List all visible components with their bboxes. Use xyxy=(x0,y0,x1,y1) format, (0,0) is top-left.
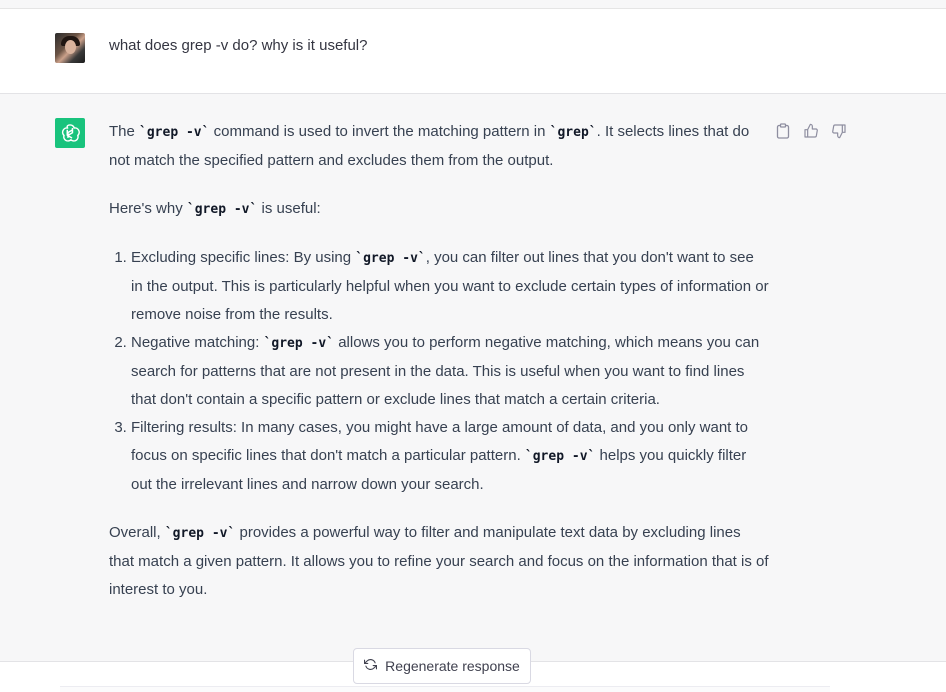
text-span: Here's why xyxy=(109,200,187,217)
answer-paragraph: Here's why `grep -v` is useful: xyxy=(109,195,769,224)
assistant-message-row: The `grep -v` command is used to invert … xyxy=(0,94,946,662)
input-area-edge xyxy=(60,686,830,692)
chatgpt-logo-icon xyxy=(55,118,85,148)
regenerate-label: Regenerate response xyxy=(385,658,520,674)
refresh-icon xyxy=(364,658,378,674)
text-span: Overall, xyxy=(109,524,165,541)
assistant-answer: The `grep -v` command is used to invert … xyxy=(109,118,769,624)
top-divider xyxy=(0,0,946,9)
inline-code: `grep -v` xyxy=(263,336,335,351)
thumbs-up-icon[interactable] xyxy=(802,122,820,140)
answer-list: Excluding specific lines: By using `grep… xyxy=(109,244,769,499)
inline-code: `grep -v` xyxy=(164,526,236,541)
text-span: The xyxy=(109,123,140,140)
inline-code: `grep -v` xyxy=(524,449,596,464)
list-item: Excluding specific lines: By using `grep… xyxy=(131,244,769,329)
text-span: Negative matching: xyxy=(131,334,264,351)
list-item: Filtering results: In many cases, you mi… xyxy=(131,414,769,499)
inline-code: `grep -v` xyxy=(139,125,210,140)
thumbs-down-icon[interactable] xyxy=(830,122,848,140)
message-actions xyxy=(774,122,848,140)
list-item: Negative matching: `grep -v` allows you … xyxy=(131,329,769,414)
clipboard-icon[interactable] xyxy=(774,122,792,140)
answer-paragraph: Overall, `grep -v` provides a powerful w… xyxy=(109,519,769,604)
answer-paragraph: The `grep -v` command is used to invert … xyxy=(109,118,769,175)
inline-code: `grep -v` xyxy=(355,251,426,266)
text-span: is useful: xyxy=(257,200,321,217)
text-span: Excluding specific lines: By using xyxy=(131,249,356,266)
text-span: command is used to invert the matching p… xyxy=(209,123,550,140)
inline-code: `grep` xyxy=(549,125,597,140)
inline-code: `grep -v` xyxy=(186,202,258,217)
user-message-text: what does grep -v do? why is it useful? xyxy=(109,37,368,54)
user-avatar xyxy=(55,33,85,63)
user-message-row: what does grep -v do? why is it useful? xyxy=(0,9,946,94)
regenerate-response-button[interactable]: Regenerate response xyxy=(353,648,531,684)
